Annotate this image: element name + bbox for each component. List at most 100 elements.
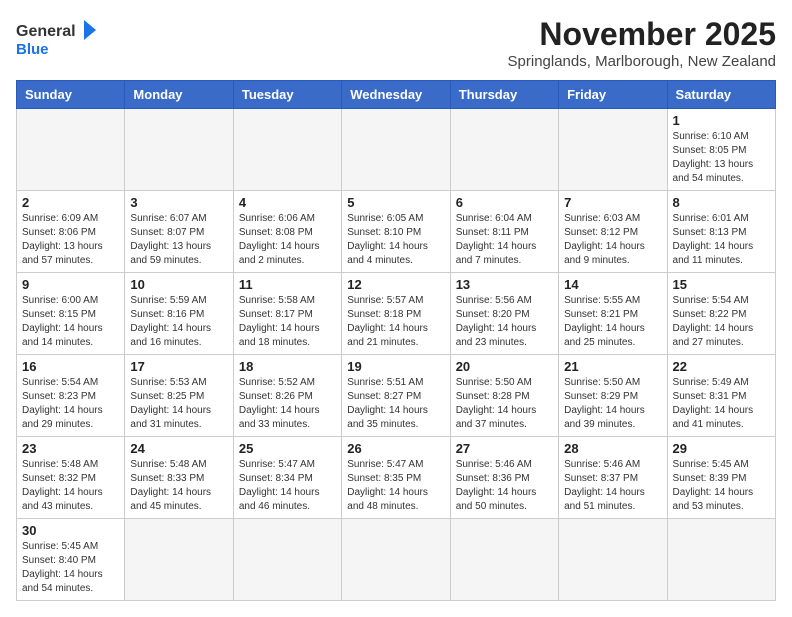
calendar-cell [342, 109, 450, 191]
day-info: Sunrise: 6:05 AM Sunset: 8:10 PM Dayligh… [347, 212, 444, 268]
calendar-week-row-5: 23 Sunrise: 5:48 AM Sunset: 8:32 PM Dayli… [17, 437, 776, 519]
day-info: Sunrise: 5:45 AM Sunset: 8:39 PM Dayligh… [673, 458, 770, 514]
day-number: 27 [456, 441, 553, 456]
day-info: Sunrise: 5:48 AM Sunset: 8:32 PM Dayligh… [22, 458, 119, 514]
day-number: 3 [130, 195, 227, 210]
logo-svg: GeneralBlue [16, 16, 106, 60]
day-number: 12 [347, 277, 444, 292]
day-info: Sunrise: 5:49 AM Sunset: 8:31 PM Dayligh… [673, 376, 770, 432]
calendar-cell [17, 109, 125, 191]
day-info: Sunrise: 5:46 AM Sunset: 8:36 PM Dayligh… [456, 458, 553, 514]
day-info: Sunrise: 5:45 AM Sunset: 8:40 PM Dayligh… [22, 540, 119, 596]
day-number: 29 [673, 441, 770, 456]
calendar-cell: 24 Sunrise: 5:48 AM Sunset: 8:33 PM Dayli… [125, 437, 233, 519]
calendar-cell [125, 109, 233, 191]
day-info: Sunrise: 5:56 AM Sunset: 8:20 PM Dayligh… [456, 294, 553, 350]
calendar-cell [450, 519, 558, 601]
day-info: Sunrise: 5:50 AM Sunset: 8:29 PM Dayligh… [564, 376, 661, 432]
day-info: Sunrise: 5:53 AM Sunset: 8:25 PM Dayligh… [130, 376, 227, 432]
calendar-cell: 7 Sunrise: 6:03 AM Sunset: 8:12 PM Daylig… [559, 191, 667, 273]
day-info: Sunrise: 5:47 AM Sunset: 8:34 PM Dayligh… [239, 458, 336, 514]
calendar-week-row-1: 1 Sunrise: 6:10 AM Sunset: 8:05 PM Daylig… [17, 109, 776, 191]
calendar-cell [233, 519, 341, 601]
day-info: Sunrise: 5:47 AM Sunset: 8:35 PM Dayligh… [347, 458, 444, 514]
day-info: Sunrise: 5:52 AM Sunset: 8:26 PM Dayligh… [239, 376, 336, 432]
weekday-header-tuesday: Tuesday [233, 81, 341, 109]
day-number: 21 [564, 359, 661, 374]
day-number: 26 [347, 441, 444, 456]
calendar-cell: 15Sunrise: 5:54 AM Sunset: 8:22 PM Dayli… [667, 273, 775, 355]
calendar-cell [450, 109, 558, 191]
calendar-cell: 19 Sunrise: 5:51 AM Sunset: 8:27 PM Dayli… [342, 355, 450, 437]
calendar-week-row-4: 16Sunrise: 5:54 AM Sunset: 8:23 PM Dayli… [17, 355, 776, 437]
day-info: Sunrise: 6:03 AM Sunset: 8:12 PM Dayligh… [564, 212, 661, 268]
calendar-table: SundayMondayTuesdayWednesdayThursdayFrid… [16, 80, 776, 601]
day-number: 17 [130, 359, 227, 374]
calendar-cell: 1 Sunrise: 6:10 AM Sunset: 8:05 PM Daylig… [667, 109, 775, 191]
day-number: 24 [130, 441, 227, 456]
day-info: Sunrise: 5:48 AM Sunset: 8:33 PM Dayligh… [130, 458, 227, 514]
calendar-cell: 18 Sunrise: 5:52 AM Sunset: 8:26 PM Dayli… [233, 355, 341, 437]
day-info: Sunrise: 6:04 AM Sunset: 8:11 PM Dayligh… [456, 212, 553, 268]
day-number: 6 [456, 195, 553, 210]
calendar-cell [342, 519, 450, 601]
day-info: Sunrise: 5:59 AM Sunset: 8:16 PM Dayligh… [130, 294, 227, 350]
calendar-cell: 12 Sunrise: 5:57 AM Sunset: 8:18 PM Dayli… [342, 273, 450, 355]
day-number: 2 [22, 195, 119, 210]
weekday-header-friday: Friday [559, 81, 667, 109]
day-number: 19 [347, 359, 444, 374]
svg-text:Blue: Blue [16, 41, 49, 58]
calendar-cell: 2 Sunrise: 6:09 AM Sunset: 8:06 PM Daylig… [17, 191, 125, 273]
calendar-cell: 25 Sunrise: 5:47 AM Sunset: 8:34 PM Dayli… [233, 437, 341, 519]
calendar-cell: 29 Sunrise: 5:45 AM Sunset: 8:39 PM Dayli… [667, 437, 775, 519]
calendar-cell [559, 519, 667, 601]
day-info: Sunrise: 5:46 AM Sunset: 8:37 PM Dayligh… [564, 458, 661, 514]
day-info: Sunrise: 5:54 AM Sunset: 8:23 PM Dayligh… [22, 376, 119, 432]
day-number: 7 [564, 195, 661, 210]
calendar-cell [233, 109, 341, 191]
day-number: 23 [22, 441, 119, 456]
weekday-header-sunday: Sunday [17, 81, 125, 109]
calendar-cell: 6 Sunrise: 6:04 AM Sunset: 8:11 PM Daylig… [450, 191, 558, 273]
day-number: 28 [564, 441, 661, 456]
calendar-cell: 27 Sunrise: 5:46 AM Sunset: 8:36 PM Dayli… [450, 437, 558, 519]
calendar-cell: 17 Sunrise: 5:53 AM Sunset: 8:25 PM Dayli… [125, 355, 233, 437]
day-info: Sunrise: 6:01 AM Sunset: 8:13 PM Dayligh… [673, 212, 770, 268]
day-number: 14 [564, 277, 661, 292]
calendar-cell: 20Sunrise: 5:50 AM Sunset: 8:28 PM Dayli… [450, 355, 558, 437]
day-info: Sunrise: 6:09 AM Sunset: 8:06 PM Dayligh… [22, 212, 119, 268]
day-info: Sunrise: 5:51 AM Sunset: 8:27 PM Dayligh… [347, 376, 444, 432]
logo: GeneralBlue [16, 16, 106, 60]
calendar-cell [559, 109, 667, 191]
page-header: GeneralBlue November 2025 Springlands, M… [16, 16, 776, 70]
calendar-week-row-2: 2 Sunrise: 6:09 AM Sunset: 8:06 PM Daylig… [17, 191, 776, 273]
title-area: November 2025 Springlands, Marlborough, … [508, 16, 776, 70]
calendar-cell: 8 Sunrise: 6:01 AM Sunset: 8:13 PM Daylig… [667, 191, 775, 273]
calendar-cell: 3Sunrise: 6:07 AM Sunset: 8:07 PM Daylig… [125, 191, 233, 273]
weekday-header-thursday: Thursday [450, 81, 558, 109]
calendar-cell: 30Sunrise: 5:45 AM Sunset: 8:40 PM Dayli… [17, 519, 125, 601]
calendar-cell [125, 519, 233, 601]
day-number: 10 [130, 277, 227, 292]
day-info: Sunrise: 6:00 AM Sunset: 8:15 PM Dayligh… [22, 294, 119, 350]
day-number: 9 [22, 277, 119, 292]
day-number: 8 [673, 195, 770, 210]
day-number: 15 [673, 277, 770, 292]
calendar-cell: 9 Sunrise: 6:00 AM Sunset: 8:15 PM Daylig… [17, 273, 125, 355]
day-number: 25 [239, 441, 336, 456]
day-info: Sunrise: 5:55 AM Sunset: 8:21 PM Dayligh… [564, 294, 661, 350]
day-number: 13 [456, 277, 553, 292]
calendar-cell: 13 Sunrise: 5:56 AM Sunset: 8:20 PM Dayli… [450, 273, 558, 355]
day-number: 5 [347, 195, 444, 210]
calendar-cell: 10 Sunrise: 5:59 AM Sunset: 8:16 PM Dayli… [125, 273, 233, 355]
day-number: 1 [673, 113, 770, 128]
day-info: Sunrise: 6:10 AM Sunset: 8:05 PM Dayligh… [673, 130, 770, 186]
day-info: Sunrise: 5:58 AM Sunset: 8:17 PM Dayligh… [239, 294, 336, 350]
day-number: 18 [239, 359, 336, 374]
calendar-cell: 23 Sunrise: 5:48 AM Sunset: 8:32 PM Dayli… [17, 437, 125, 519]
calendar-cell [667, 519, 775, 601]
day-number: 11 [239, 277, 336, 292]
day-info: Sunrise: 5:57 AM Sunset: 8:18 PM Dayligh… [347, 294, 444, 350]
calendar-cell: 14 Sunrise: 5:55 AM Sunset: 8:21 PM Dayli… [559, 273, 667, 355]
day-info: Sunrise: 5:50 AM Sunset: 8:28 PM Dayligh… [456, 376, 553, 432]
